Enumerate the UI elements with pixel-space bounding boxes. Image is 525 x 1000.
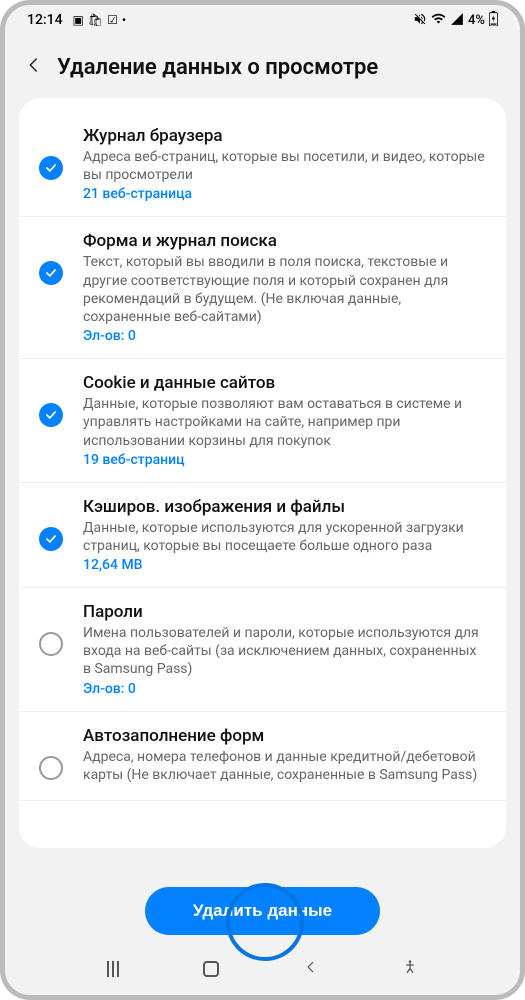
item-desc: Текст, который вы вводили в поля поиска,…: [83, 253, 486, 326]
android-nav-bar: [5, 950, 520, 987]
shop-icon: 🛍: [88, 13, 103, 27]
checkbox-search-forms[interactable]: [39, 261, 63, 285]
item-autofill[interactable]: Автозаполнение форм Адреса, номера телеф…: [19, 712, 506, 801]
nav-home-icon[interactable]: [203, 961, 219, 977]
item-search-forms[interactable]: Форма и журнал поиска Текст, который вы …: [19, 217, 506, 359]
signal-icon: [450, 12, 464, 29]
gallery-icon: ▣: [73, 13, 84, 27]
status-bar: 12:14 ▣ 🛍 ☑ • 4%: [5, 5, 520, 33]
item-desc: Имена пользователей и пароли, которые ис…: [83, 624, 486, 679]
dot-icon: •: [122, 13, 126, 27]
item-count: 21 веб-страница: [83, 186, 486, 202]
settings-card: Журнал браузера Адреса веб-страниц, кото…: [19, 98, 506, 848]
item-title: Кэширов. изображения и файлы: [83, 497, 486, 517]
nav-back-icon[interactable]: [304, 958, 318, 979]
page-title: Удаление данных о просмотре: [57, 55, 378, 80]
mute-icon: [413, 12, 427, 29]
item-passwords[interactable]: Пароли Имена пользователей и пароли, кот…: [19, 588, 506, 712]
delete-button[interactable]: Удалить данные: [145, 887, 380, 935]
status-time: 12:14: [27, 12, 63, 28]
check-icon: ☑: [107, 13, 118, 27]
item-title: Журнал браузера: [83, 126, 486, 146]
accessibility-icon[interactable]: [402, 959, 418, 979]
item-cache[interactable]: Кэширов. изображения и файлы Данные, кот…: [19, 483, 506, 588]
item-title: Автозаполнение форм: [83, 726, 486, 746]
item-desc: Адреса веб-страниц, которые вы посетили,…: [83, 148, 486, 184]
back-icon[interactable]: [25, 55, 43, 80]
bottom-bar: Удалить данные: [5, 877, 520, 945]
item-desc: Адреса, номера телефонов и данные кредит…: [83, 748, 486, 784]
item-browser-history[interactable]: Журнал браузера Адреса веб-страниц, кото…: [19, 112, 506, 217]
item-count: Эл-ов: 0: [83, 328, 486, 344]
checkbox-autofill[interactable]: [39, 756, 63, 780]
item-desc: Данные, которые позволяют вам оставаться…: [83, 395, 486, 450]
item-title: Пароли: [83, 602, 486, 622]
nav-recent-icon[interactable]: [107, 961, 119, 977]
item-count: 12,64 MB: [83, 557, 486, 573]
checkbox-browser-history[interactable]: [39, 156, 63, 180]
item-count: Эл-ов: 0: [83, 681, 486, 697]
item-cookies[interactable]: Cookie и данные сайтов Данные, которые п…: [19, 359, 506, 483]
item-desc: Данные, которые используются для ускорен…: [83, 519, 486, 555]
checkbox-cookies[interactable]: [39, 403, 63, 427]
page-header: Удаление данных о просмотре: [5, 33, 520, 98]
checkbox-cache[interactable]: [39, 527, 63, 551]
battery-icon: [489, 11, 498, 29]
checkbox-passwords[interactable]: [39, 632, 63, 656]
item-title: Форма и журнал поиска: [83, 231, 486, 251]
item-count: 19 веб-страниц: [83, 452, 486, 468]
battery-text: 4%: [468, 13, 485, 28]
item-title: Cookie и данные сайтов: [83, 373, 486, 393]
wifi-icon: [431, 11, 446, 29]
